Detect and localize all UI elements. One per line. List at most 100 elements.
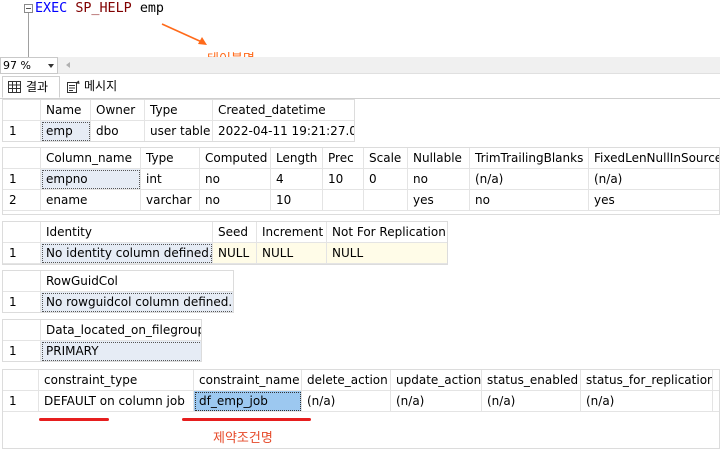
annotation-underline-constraint-name: [182, 418, 311, 421]
row-number-header: [3, 148, 41, 169]
grid-cell[interactable]: no: [408, 169, 470, 190]
column-header[interactable]: Computed: [200, 148, 271, 169]
grid-cell[interactable]: no: [200, 169, 271, 190]
table-row[interactable]: 2 ename varchar no 10 yes no yes: [3, 190, 719, 211]
column-header[interactable]: Length: [271, 148, 323, 169]
zoom-strip: 97 %: [0, 57, 720, 74]
column-header[interactable]: Type: [141, 148, 200, 169]
column-header[interactable]: status_for_replication: [581, 370, 713, 391]
column-header[interactable]: delete_action: [302, 370, 391, 391]
grid-cell-selected[interactable]: No rowguidcol column defined.: [41, 292, 233, 312]
grid-header-row: Data_located_on_filegroup: [3, 320, 201, 341]
column-header[interactable]: Owner: [91, 100, 145, 121]
column-header[interactable]: Identity: [41, 222, 213, 243]
grid-cell[interactable]: NULL: [327, 243, 447, 264]
grid-cell[interactable]: [323, 190, 364, 211]
table-row[interactable]: 1 DEFAULT on column job df_emp_job (n/a)…: [3, 391, 719, 412]
scroll-left-icon[interactable]: [66, 62, 70, 68]
grid-cell[interactable]: 10: [323, 169, 364, 190]
grid-cell-selected[interactable]: PRIMARY: [41, 341, 201, 361]
grid-cell[interactable]: int: [141, 169, 200, 190]
grid-cell[interactable]: 2022-04-11 19:21:27.003: [213, 121, 354, 141]
tab-results-label: 결과: [26, 80, 49, 94]
grid-cell[interactable]: (n/a): [581, 391, 713, 412]
result-grid-identity: Identity Seed Increment Not For Replicat…: [2, 221, 448, 265]
column-header[interactable]: Prec: [323, 148, 364, 169]
row-number[interactable]: 1: [3, 341, 41, 361]
column-header[interactable]: FixedLenNullInSource: [589, 148, 719, 169]
column-header[interactable]: update_action: [391, 370, 482, 391]
row-number[interactable]: 1: [3, 243, 41, 264]
grid-header-row: Identity Seed Increment Not For Replicat…: [3, 222, 447, 243]
table-row[interactable]: 1 PRIMARY: [3, 341, 201, 361]
grid-cell[interactable]: (n/a): [391, 391, 482, 412]
row-number[interactable]: 1: [3, 121, 41, 141]
grid-cell[interactable]: [713, 391, 719, 412]
column-header[interactable]: Type: [145, 100, 213, 121]
column-header[interactable]: Scale: [364, 148, 408, 169]
column-header[interactable]: status_enabled: [482, 370, 581, 391]
grid-header-row: RowGuidCol: [3, 271, 233, 292]
grid-cell[interactable]: NULL: [257, 243, 327, 264]
grid-cell[interactable]: varchar: [141, 190, 200, 211]
grid-cell[interactable]: 10: [271, 190, 323, 211]
grid-cell[interactable]: dbo: [91, 121, 145, 141]
result-grid-filegroup: Data_located_on_filegroup 1 PRIMARY: [2, 319, 202, 362]
column-header[interactable]: constraint_type: [39, 370, 194, 391]
grid-cell[interactable]: yes: [408, 190, 470, 211]
grid-cell[interactable]: (n/a): [589, 169, 719, 190]
column-header[interactable]: Column_name: [41, 148, 141, 169]
sql-argument: emp: [139, 1, 164, 16]
column-header[interactable]: Nullable: [408, 148, 470, 169]
grid-cell[interactable]: ename: [41, 190, 141, 211]
grid-cell-selected[interactable]: No identity column defined.: [41, 243, 213, 264]
row-number-header: [3, 320, 41, 341]
grid-header-row: Column_name Type Computed Length Prec Sc…: [3, 148, 719, 169]
table-row[interactable]: 1 No identity column defined. NULL NULL …: [3, 243, 447, 264]
column-header[interactable]: TrimTrailingBlanks: [470, 148, 589, 169]
table-row[interactable]: 1 emp dbo user table 2022-04-11 19:21:27…: [3, 121, 354, 141]
grid-cell[interactable]: 4: [271, 169, 323, 190]
column-header[interactable]: Data_located_on_filegroup: [41, 320, 201, 341]
table-row[interactable]: 1 No rowguidcol column defined.: [3, 292, 233, 312]
row-number-header: [3, 271, 41, 292]
column-header[interactable]: RowGuidCol: [41, 271, 233, 292]
grid-cell[interactable]: NULL: [213, 243, 257, 264]
code-line-1[interactable]: EXEC SP_HELP emp: [35, 1, 164, 16]
column-header[interactable]: [713, 370, 719, 391]
column-header[interactable]: Increment: [257, 222, 327, 243]
grid-cell[interactable]: (n/a): [470, 169, 589, 190]
tab-results[interactable]: 결과: [2, 76, 60, 98]
zoom-dropdown[interactable]: 97 %: [0, 57, 58, 74]
row-number[interactable]: 1: [3, 292, 41, 312]
grid-cell-selected[interactable]: df_emp_job: [194, 391, 302, 412]
grid-cell[interactable]: [364, 190, 408, 211]
grid-cell[interactable]: no: [200, 190, 271, 211]
result-grid-rowguid: RowGuidCol 1 No rowguidcol column define…: [2, 270, 234, 313]
grid-cell-selected[interactable]: emp: [41, 121, 91, 141]
column-header[interactable]: Created_datetime: [213, 100, 354, 121]
row-number[interactable]: 1: [3, 391, 39, 412]
column-header[interactable]: Not For Replication: [327, 222, 447, 243]
grid-cell[interactable]: 0: [364, 169, 408, 190]
query-editor[interactable]: EXEC SP_HELP emp 테이블명: [0, 0, 720, 67]
grid-cell[interactable]: yes: [589, 190, 719, 211]
table-row[interactable]: 1 empno int no 4 10 0 no (n/a) (n/a): [3, 169, 719, 190]
grid-header-row: Name Owner Type Created_datetime: [3, 100, 354, 121]
column-header[interactable]: Seed: [213, 222, 257, 243]
annotation-arrow-icon: [161, 23, 207, 45]
results-pane: Name Owner Type Created_datetime 1 emp d…: [0, 99, 720, 449]
grid-cell-selected[interactable]: empno: [41, 169, 141, 190]
grid-cell[interactable]: no: [470, 190, 589, 211]
row-number[interactable]: 2: [3, 190, 41, 211]
grid-cell[interactable]: (n/a): [302, 391, 391, 412]
column-header[interactable]: Name: [41, 100, 91, 121]
column-header[interactable]: constraint_name: [194, 370, 302, 391]
tab-messages[interactable]: 메시지: [62, 76, 132, 98]
row-number[interactable]: 1: [3, 169, 41, 190]
grid-cell[interactable]: user table: [145, 121, 213, 141]
collapse-icon[interactable]: [24, 4, 33, 13]
grid-cell[interactable]: DEFAULT on column job: [39, 391, 194, 412]
grid-cell[interactable]: (n/a): [482, 391, 581, 412]
row-number-header: [3, 370, 39, 391]
